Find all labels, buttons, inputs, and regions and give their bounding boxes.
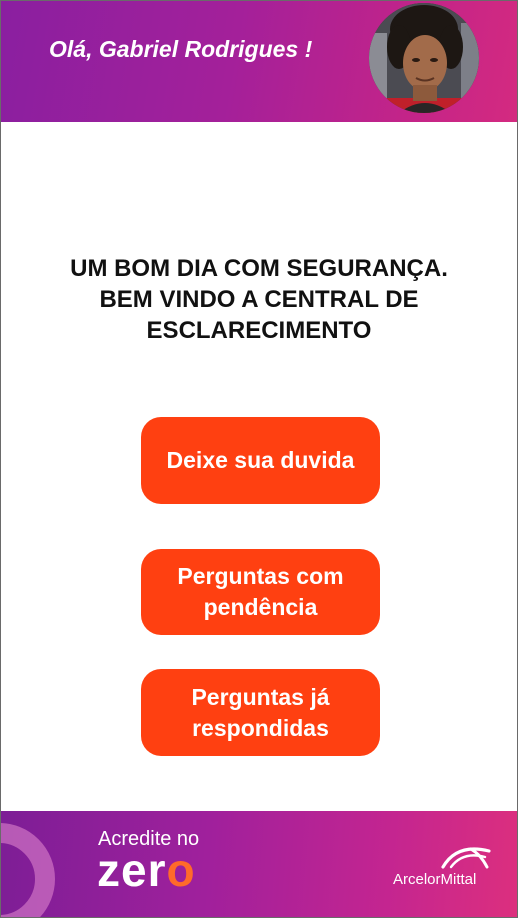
brand-name: ArcelorMittal [393,871,477,888]
pending-questions-button[interactable]: Perguntas com pendência [141,549,380,635]
answered-questions-button[interactable]: Perguntas já respondidas [141,669,380,756]
welcome-title: UM BOM DIA COM SEGURANÇA. BEM VINDO A CE… [70,255,448,344]
greeting-text: Olá, Gabriel Rodrigues ! [49,36,313,62]
header-bar: Olá, Gabriel Rodrigues ! [1,1,517,122]
avatar-photo-icon [369,3,479,113]
app-screen: Olá, Gabriel Rodrigues ! UM BOM DIA COM … [0,0,518,918]
footer-banner: Acredite no zero ArcelorMittal [1,811,517,917]
slogan-zero-end: o [166,844,196,896]
decorative-ring-icon [1,823,55,917]
arcelormittal-logo-icon [441,847,491,869]
user-avatar[interactable] [369,3,479,113]
slogan-zero: zero [97,843,196,897]
ask-question-button[interactable]: Deixe sua duvida [141,417,380,504]
slogan-zero-start: zer [97,844,167,896]
